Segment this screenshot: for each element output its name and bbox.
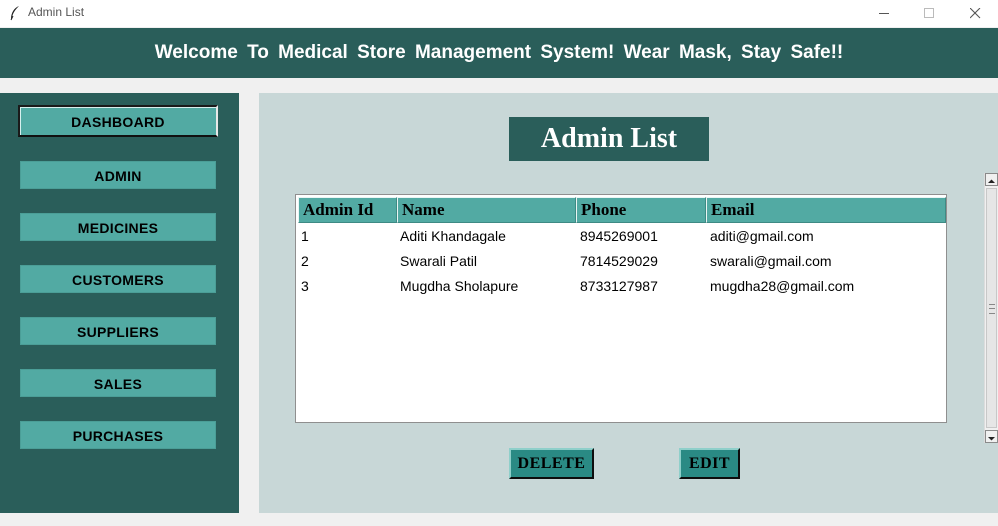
scroll-up-button[interactable] [985,173,998,186]
cell-phone: 7814529029 [580,253,658,269]
sidebar-item-purchases[interactable]: PURCHASES [20,421,216,449]
maximize-icon [924,8,934,18]
cell-admin-id: 3 [301,278,309,294]
column-header-admin-id[interactable]: Admin Id [298,197,397,223]
main-panel: Admin List Admin Id Name Phone Email 1 A… [259,93,998,513]
cell-admin-id: 1 [301,228,309,244]
minimize-button[interactable] [862,0,907,27]
table-row[interactable]: 2 Swarali Patil 7814529029 swarali@gmail… [296,249,944,274]
cell-email: mugdha28@gmail.com [710,278,855,294]
sidebar-item-suppliers[interactable]: SUPPLIERS [20,317,216,345]
cell-email: aditi@gmail.com [710,228,814,244]
table-row[interactable]: 3 Mugdha Sholapure 8733127987 mugdha28@g… [296,274,944,299]
page-title: Admin List [509,117,709,161]
table-header: Admin Id Name Phone Email [298,197,946,223]
cell-email: swarali@gmail.com [710,253,832,269]
cell-phone: 8733127987 [580,278,658,294]
sidebar-item-dashboard[interactable]: DASHBOARD [18,105,218,137]
chevron-down-icon [988,437,995,441]
window-title: Admin List [28,5,85,19]
cell-phone: 8945269001 [580,228,658,244]
admin-table[interactable]: Admin Id Name Phone Email 1 Aditi Khanda… [295,194,947,423]
sidebar: DASHBOARD ADMIN MEDICINES CUSTOMERS SUPP… [0,93,239,513]
welcome-banner: Welcome To Medical Store Management Syst… [0,28,998,78]
sidebar-item-sales[interactable]: SALES [20,369,216,397]
title-bar: Admin List [0,0,998,27]
column-header-email[interactable]: Email [706,197,946,223]
grip-icon [989,304,995,314]
vertical-scrollbar[interactable] [984,173,998,443]
delete-button[interactable]: DELETE [509,448,594,479]
maximize-button[interactable] [907,0,952,27]
edit-button[interactable]: EDIT [679,448,740,479]
scrollbar-thumb[interactable] [986,188,997,428]
sidebar-item-customers[interactable]: CUSTOMERS [20,265,216,293]
column-header-name[interactable]: Name [397,197,576,223]
feather-icon [8,5,22,21]
sidebar-item-admin[interactable]: ADMIN [20,161,216,189]
cell-name: Swarali Patil [400,253,478,269]
column-header-phone[interactable]: Phone [576,197,706,223]
sidebar-item-medicines[interactable]: MEDICINES [20,213,216,241]
chevron-up-icon [988,179,995,183]
table-row[interactable]: 1 Aditi Khandagale 8945269001 aditi@gmai… [296,224,944,249]
cell-admin-id: 2 [301,253,309,269]
cell-name: Aditi Khandagale [400,228,506,244]
close-button[interactable] [953,0,998,27]
cell-name: Mugdha Sholapure [400,278,519,294]
minimize-icon [879,13,889,14]
close-icon [970,8,981,19]
scroll-down-button[interactable] [985,430,998,443]
window-bottom-border [0,513,998,526]
